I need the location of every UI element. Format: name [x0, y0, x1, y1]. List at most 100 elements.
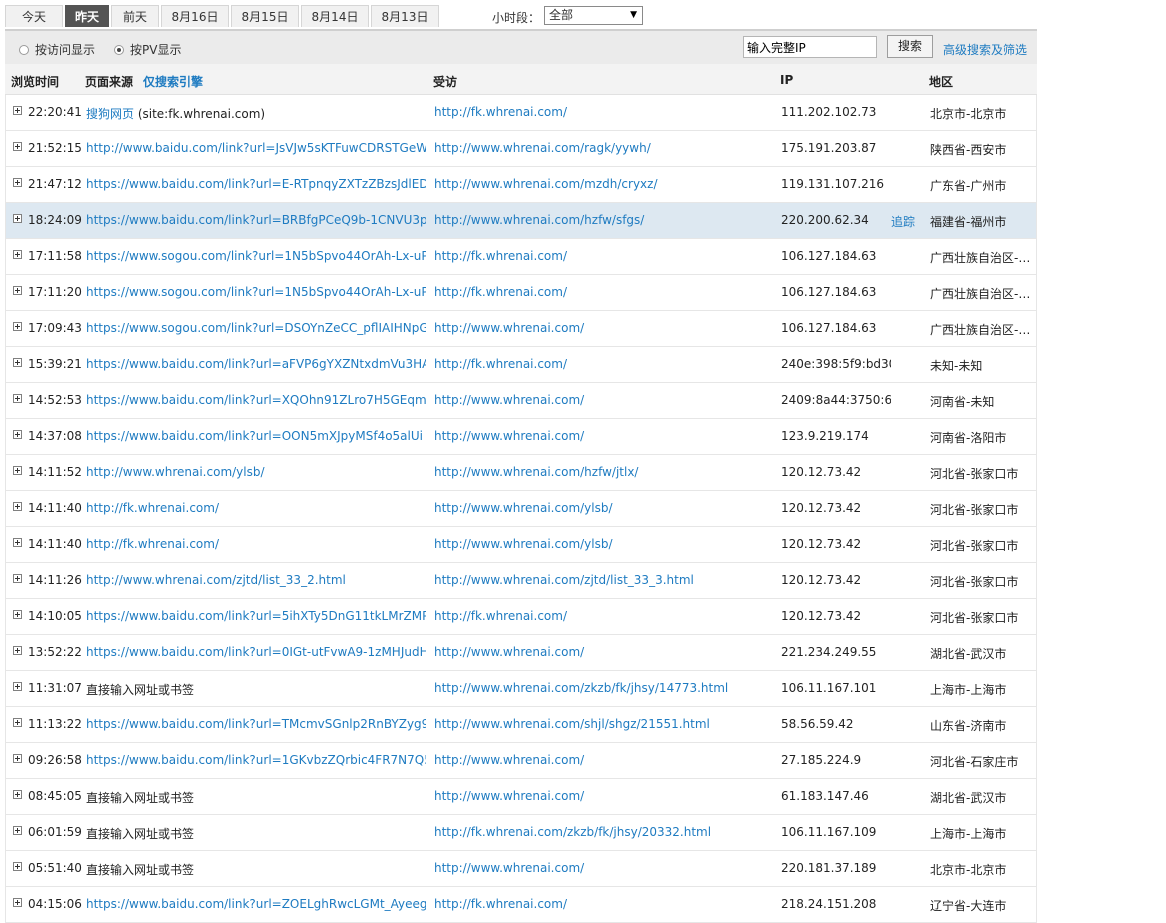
ip-search-input[interactable] [743, 36, 877, 58]
expand-plus-icon[interactable] [13, 682, 22, 691]
source-link[interactable]: https://www.baidu.com/link?url=ZOELghRwc… [86, 897, 426, 911]
target-link[interactable]: http://www.whrenai.com/ [434, 393, 774, 407]
source-link[interactable]: http://fk.whrenai.com/ [86, 537, 219, 551]
target-link[interactable]: http://fk.whrenai.com/ [434, 249, 774, 263]
date-tab[interactable]: 8月15日 [231, 5, 299, 27]
table-row: 13:52:22 https://www.baidu.com/link?url=0… [5, 635, 1037, 671]
expand-plus-icon[interactable] [13, 754, 22, 763]
date-tab[interactable]: 今天 [5, 5, 63, 27]
radio-by-visit[interactable]: 按访问显示 [19, 41, 95, 58]
expand-plus-icon[interactable] [13, 322, 22, 331]
target-link[interactable]: http://www.whrenai.com/shjl/shgz/21551.h… [434, 717, 774, 731]
expand-plus-icon[interactable] [13, 790, 22, 799]
expand-plus-icon[interactable] [13, 646, 22, 655]
hour-filter-select[interactable]: 全部 ▼ [544, 6, 643, 25]
track-link[interactable]: 追踪 [891, 213, 915, 230]
target-link[interactable]: http://www.whrenai.com/ [434, 789, 774, 803]
expand-plus-icon[interactable] [13, 574, 22, 583]
region: 广东省-广州市 [930, 179, 1007, 193]
source-link[interactable]: 搜狗网页 [86, 107, 134, 121]
date-tab[interactable]: 昨天 [65, 5, 109, 27]
expand-plus-icon[interactable] [13, 826, 22, 835]
advanced-search-link[interactable]: 高级搜索及筛选 [943, 41, 1027, 58]
expand-plus-icon[interactable] [13, 142, 22, 151]
table-row: 21:47:12 https://www.baidu.com/link?url=E… [5, 167, 1037, 203]
expand-plus-icon[interactable] [13, 106, 22, 115]
region: 河南省-洛阳市 [930, 431, 1007, 445]
target-link[interactable]: http://www.whrenai.com/ [434, 861, 774, 875]
date-tab[interactable]: 8月14日 [301, 5, 369, 27]
source-link[interactable]: http://fk.whrenai.com/ [86, 501, 219, 515]
expand-plus-icon[interactable] [13, 718, 22, 727]
target-link[interactable]: http://www.whrenai.com/ragk/yywh/ [434, 141, 774, 155]
ip-address: 119.131.107.216 [781, 177, 885, 191]
target-link[interactable]: http://www.whrenai.com/zkzb/fk/jhsy/1477… [434, 681, 774, 695]
expand-plus-icon[interactable] [13, 178, 22, 187]
target-link[interactable]: http://fk.whrenai.com/ [434, 285, 774, 299]
source-link[interactable]: https://www.sogou.com/link?url=DSOYnZeCC… [86, 321, 426, 335]
target-link[interactable]: http://fk.whrenai.com/ [434, 357, 774, 371]
source-link[interactable]: http://www.whrenai.com/zjtd/list_33_2.ht… [86, 573, 346, 587]
expand-plus-icon[interactable] [13, 214, 22, 223]
page-source: https://www.baidu.com/link?url=OON5mXJpy… [86, 429, 426, 443]
date-tab[interactable]: 8月16日 [161, 5, 229, 27]
table-row: 22:20:41 搜狗网页 (site:fk.whrenai.com) http:/… [5, 95, 1037, 131]
source-link[interactable]: https://www.baidu.com/link?url=BRBfgPCeQ… [86, 213, 426, 227]
source-link[interactable]: http://www.whrenai.com/ylsb/ [86, 465, 265, 479]
target-link[interactable]: http://www.whrenai.com/ [434, 429, 774, 443]
col-source: 页面来源 [85, 75, 134, 89]
source-link[interactable]: https://www.baidu.com/link?url=1GKvbzZQr… [86, 753, 426, 767]
source-link[interactable]: https://www.sogou.com/link?url=1N5bSpvo4… [86, 285, 426, 299]
date-tab[interactable]: 前天 [111, 5, 159, 27]
col-region: 地区 [929, 75, 954, 89]
target-link[interactable]: http://www.whrenai.com/hzfw/jtlx/ [434, 465, 774, 479]
target-link[interactable]: http://www.whrenai.com/mzdh/cryxz/ [434, 177, 774, 191]
source-link[interactable]: https://www.baidu.com/link?url=XQOhn91ZL… [86, 393, 426, 407]
target-link[interactable]: http://fk.whrenai.com/ [434, 609, 774, 623]
expand-plus-icon[interactable] [13, 610, 22, 619]
source-link[interactable]: https://www.baidu.com/link?url=aFVP6gYXZ… [86, 357, 426, 371]
source-link[interactable]: https://www.baidu.com/link?url=TMcmvSGnl… [86, 717, 426, 731]
expand-plus-icon[interactable] [13, 466, 22, 475]
target-link[interactable]: http://www.whrenai.com/ylsb/ [434, 501, 774, 515]
target-link[interactable]: http://www.whrenai.com/ [434, 645, 774, 659]
source-link[interactable]: https://www.baidu.com/link?url=5ihXTy5Dn… [86, 609, 426, 623]
search-engine-only-link[interactable]: 仅搜索引擎 [143, 73, 203, 90]
expand-plus-icon[interactable] [13, 502, 22, 511]
target-link[interactable]: http://www.whrenai.com/hzfw/sfgs/ [434, 213, 774, 227]
expand-plus-icon[interactable] [13, 898, 22, 907]
expand-plus-icon[interactable] [13, 394, 22, 403]
source-link[interactable]: https://www.baidu.com/link?url=0IGt-utFv… [86, 645, 426, 659]
expand-plus-icon[interactable] [13, 430, 22, 439]
page-source: http://www.whrenai.com/zjtd/list_33_2.ht… [86, 573, 426, 587]
expand-plus-icon[interactable] [13, 538, 22, 547]
page-source: https://www.sogou.com/link?url=1N5bSpvo4… [86, 285, 426, 299]
target-link[interactable]: http://fk.whrenai.com/ [434, 897, 774, 911]
visit-time: 18:24:09 [28, 213, 82, 227]
expand-plus-icon[interactable] [13, 250, 22, 259]
source-link[interactable]: http://www.baidu.com/link?url=JsVJw5sKTF… [86, 141, 426, 155]
date-tab[interactable]: 8月13日 [371, 5, 439, 27]
source-link[interactable]: https://www.baidu.com/link?url=OON5mXJpy… [86, 429, 423, 443]
target-link[interactable]: http://www.whrenai.com/ [434, 753, 774, 767]
page-source: https://www.sogou.com/link?url=1N5bSpvo4… [86, 249, 426, 263]
target-link[interactable]: http://www.whrenai.com/ [434, 321, 774, 335]
radio-by-pv[interactable]: 按PV显示 [114, 41, 181, 58]
page-source: http://fk.whrenai.com/ [86, 537, 426, 551]
control-bar: 按访问显示 按PV显示 搜索 高级搜索及筛选 [5, 29, 1037, 64]
region: 河北省-石家庄市 [930, 755, 1019, 769]
target-link[interactable]: http://fk.whrenai.com/zkzb/fk/jhsy/20332… [434, 825, 774, 839]
expand-plus-icon[interactable] [13, 862, 22, 871]
target-link[interactable]: http://fk.whrenai.com/ [434, 105, 774, 119]
expand-plus-icon[interactable] [13, 286, 22, 295]
ip-address: 111.202.102.73 [781, 105, 877, 119]
search-button[interactable]: 搜索 [887, 35, 933, 58]
region: 湖北省-武汉市 [930, 647, 1007, 661]
target-link[interactable]: http://www.whrenai.com/zjtd/list_33_3.ht… [434, 573, 774, 587]
visit-time: 11:13:22 [28, 717, 82, 731]
source-link[interactable]: https://www.sogou.com/link?url=1N5bSpvo4… [86, 249, 426, 263]
target-link[interactable]: http://www.whrenai.com/ylsb/ [434, 537, 774, 551]
expand-plus-icon[interactable] [13, 358, 22, 367]
source-link[interactable]: https://www.baidu.com/link?url=E-RTpnqyZ… [86, 177, 426, 191]
ip-address: 175.191.203.87 [781, 141, 877, 155]
